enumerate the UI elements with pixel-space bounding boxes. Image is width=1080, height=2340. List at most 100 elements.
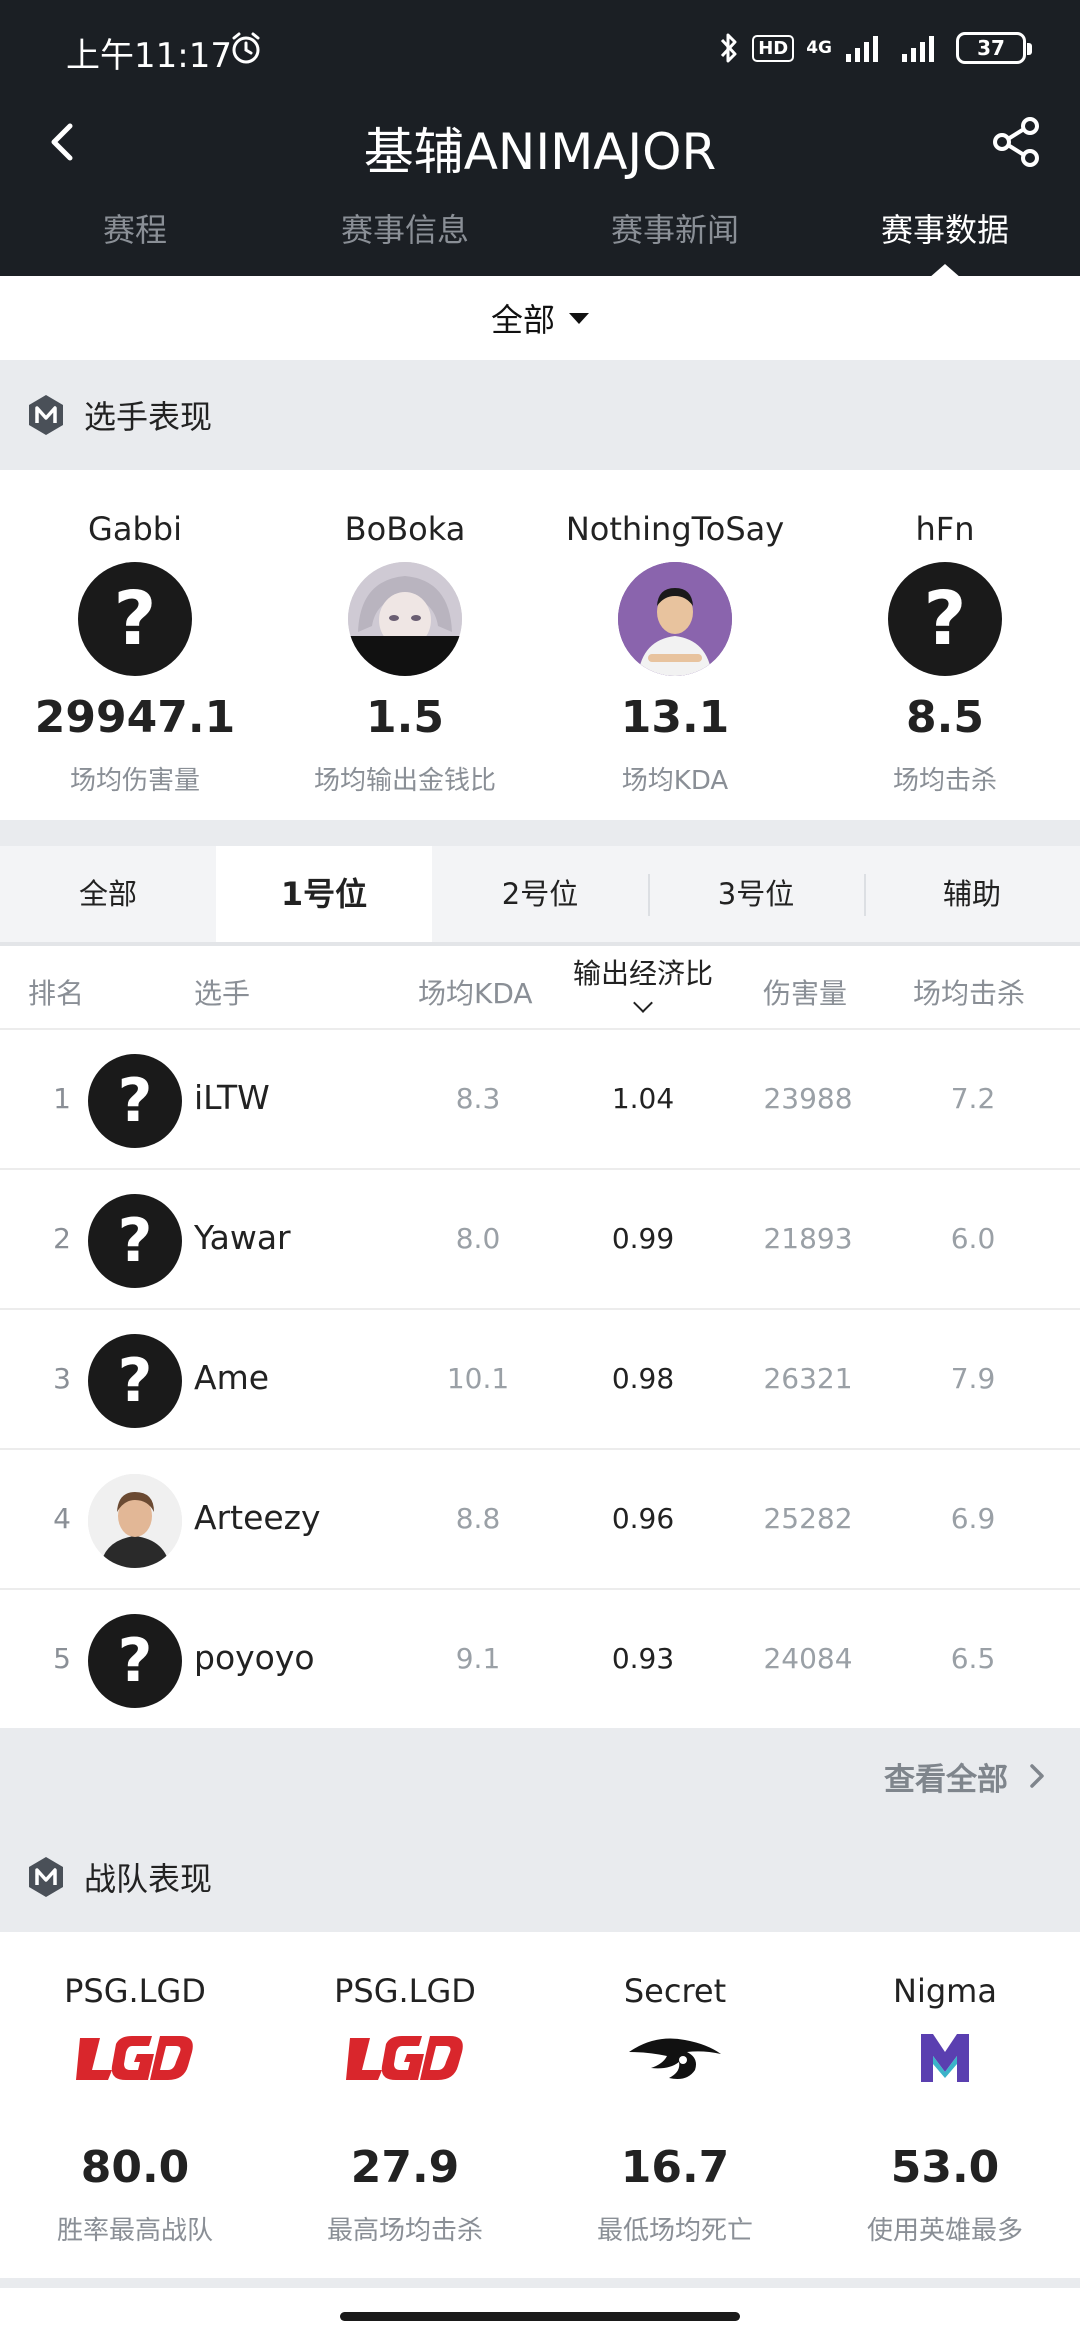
player-photo-icon: [618, 562, 732, 676]
question-mark-icon: ?: [923, 576, 967, 662]
player-card[interactable]: NothingToSay 13.1 场均KDA: [540, 470, 810, 820]
row-avatar: ?: [88, 1054, 182, 1148]
table-row[interactable]: 2 ? Yawar 8.0 0.99 21893 6.0: [0, 1170, 1080, 1310]
player-card-name: BoBoka: [344, 510, 466, 548]
nigma-logo: [880, 2018, 1010, 2098]
tab-event-data[interactable]: 赛事数据: [810, 200, 1080, 278]
position-tab-all[interactable]: 全部: [0, 846, 216, 942]
filter-label: 全部: [490, 301, 555, 339]
row-econ: 0.99: [611, 1222, 675, 1255]
row-rank: 1: [53, 1082, 71, 1115]
team-card-value: 16.7: [620, 2142, 730, 2193]
row-avatar: ?: [88, 1614, 182, 1708]
player-card[interactable]: hFn ? 8.5 场均击杀: [810, 470, 1080, 820]
player-section-header: 选手表现: [0, 360, 1080, 470]
player-card-name: NothingToSay: [565, 510, 785, 548]
row-kda: 8.8: [455, 1502, 501, 1535]
lgd-logo: [70, 2018, 200, 2098]
question-mark-icon: ?: [117, 1206, 153, 1276]
hd-badge: HD: [752, 34, 795, 62]
team-card-name: PSG.LGD: [64, 1972, 206, 2010]
tab-event-info[interactable]: 赛事信息: [270, 200, 540, 276]
team-card[interactable]: PSG.LGD 27.9 最高场均击杀: [270, 1932, 540, 2282]
row-rank: 4: [53, 1502, 71, 1535]
team-card-desc: 最高场均击杀: [326, 2216, 483, 2246]
row-rank: 5: [53, 1642, 71, 1675]
view-all-label: 查看全部: [884, 1762, 1008, 1798]
anime-portrait-icon: [348, 562, 462, 676]
tab-schedule[interactable]: 赛程: [0, 200, 270, 276]
team-card-desc: 最低场均死亡: [596, 2216, 753, 2246]
section-logo-icon: [29, 395, 63, 435]
player-card-desc: 场均伤害量: [69, 766, 200, 796]
row-player-name: Arteezy: [194, 1498, 321, 1537]
table-row[interactable]: 1 ? iLTW 8.3 1.04 23988 7.2: [0, 1030, 1080, 1170]
row-damage: 24084: [763, 1642, 853, 1675]
question-mark-icon: ?: [117, 1346, 153, 1416]
player-card-value: 13.1: [620, 692, 730, 743]
team-section-header: 战队表现: [0, 1822, 1080, 1932]
sort-chevron-icon: [633, 993, 653, 1013]
nav-bar: 基辅ANIMAJOR: [0, 100, 1080, 190]
table-row[interactable]: 4 Arteezy 8.8 0.96 25282 6.9: [0, 1450, 1080, 1590]
player-card[interactable]: BoBoka 1.5 场均输出金钱比: [270, 470, 540, 820]
row-avatar: [88, 1474, 182, 1568]
row-avatar: ?: [88, 1194, 182, 1288]
row-rank: 2: [53, 1222, 71, 1255]
position-tab-1[interactable]: 1号位: [216, 846, 432, 942]
player-avatar: [618, 562, 732, 676]
table-row[interactable]: 3 ? Ame 10.1 0.98 26321 7.9: [0, 1310, 1080, 1450]
section-logo-icon: [29, 1857, 63, 1897]
team-card-desc: 胜率最高战队: [56, 2216, 213, 2246]
table-header: 排名 选手 场均KDA 输出经济比 伤害量 场均击杀: [0, 950, 1080, 1030]
signal-icon: [846, 36, 878, 62]
row-kills: 7.9: [950, 1362, 996, 1395]
row-damage: 23988: [763, 1082, 853, 1115]
column-header-econ[interactable]: 输出经济比: [560, 952, 726, 1013]
player-section-title: 选手表现: [84, 398, 213, 436]
row-kills: 6.5: [950, 1642, 996, 1675]
player-avatar: ?: [78, 562, 192, 676]
player-card-desc: 场均KDA: [621, 766, 729, 796]
section-divider: [0, 820, 1080, 846]
tab-event-news[interactable]: 赛事新闻: [540, 200, 810, 276]
row-econ: 0.98: [611, 1362, 675, 1395]
question-mark-icon: ?: [117, 1626, 153, 1696]
alarm-icon: [232, 32, 260, 64]
player-avatar: ?: [888, 562, 1002, 676]
player-card-value: 29947.1: [34, 692, 236, 743]
column-header-kda[interactable]: 场均KDA: [418, 972, 533, 1012]
position-tab-2[interactable]: 2号位: [432, 846, 648, 942]
player-card-name: hFn: [915, 510, 975, 548]
battery-level: 37: [977, 36, 1005, 60]
column-header-damage[interactable]: 伤害量: [763, 972, 847, 1012]
view-all-link[interactable]: 查看全部: [0, 1728, 1080, 1822]
home-indicator[interactable]: [340, 2312, 740, 2321]
team-card[interactable]: Secret 16.7 最低场均死亡: [540, 1932, 810, 2282]
table-row[interactable]: 5 ? poyoyo 9.1 0.93 24084 6.5: [0, 1590, 1080, 1730]
filter-dropdown[interactable]: 全部: [0, 276, 1080, 360]
page-title: 基辅ANIMAJOR: [363, 123, 717, 181]
column-header-player: 选手: [194, 977, 251, 1010]
team-card-value: 80.0: [80, 2142, 190, 2193]
team-card[interactable]: Nigma 53.0 使用英雄最多: [810, 1932, 1080, 2282]
row-kda: 8.0: [455, 1222, 501, 1255]
position-tab-3[interactable]: 3号位: [648, 846, 864, 942]
team-card[interactable]: PSG.LGD 80.0 胜率最高战队: [0, 1932, 270, 2282]
player-card[interactable]: Gabbi ? 29947.1 场均伤害量: [0, 470, 270, 820]
team-highlight-cards: PSG.LGD 80.0 胜率最高战队 PSG.LGD 27.9 最高场均击杀 …: [0, 1932, 1080, 2278]
row-kda: 8.3: [455, 1082, 501, 1115]
player-card-desc: 场均输出金钱比: [313, 766, 496, 796]
secret-logo: [610, 2018, 740, 2098]
row-kda: 10.1: [446, 1362, 510, 1395]
position-tab-support[interactable]: 辅助: [864, 846, 1080, 942]
player-photo-icon: [88, 1474, 182, 1568]
row-econ: 0.96: [611, 1502, 675, 1535]
team-section-title: 战队表现: [84, 1860, 213, 1898]
team-card-name: Nigma: [893, 1972, 997, 2010]
row-kills: 7.2: [950, 1082, 996, 1115]
team-card-name: PSG.LGD: [334, 1972, 476, 2010]
status-icons: HD 4G 37: [718, 28, 1032, 68]
column-header-kills[interactable]: 场均击杀: [913, 972, 1025, 1012]
share-icon[interactable]: [988, 114, 1044, 170]
